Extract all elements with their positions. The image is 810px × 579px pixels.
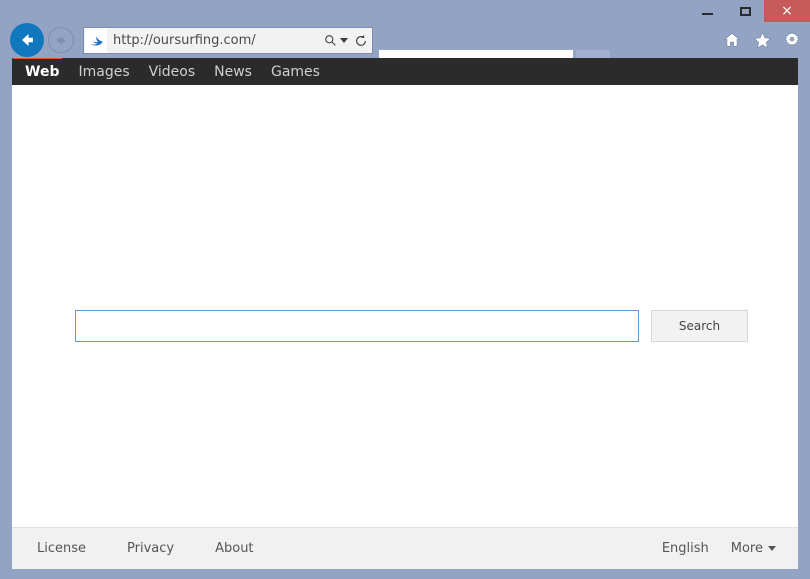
- site-navigation: Web Images Videos News Games: [12, 58, 798, 85]
- address-bar[interactable]: http://oursurfing.com/: [83, 27, 373, 54]
- footer-link-license[interactable]: License: [37, 541, 86, 556]
- browser-toolbar: http://oursurfing.com/: [0, 22, 810, 80]
- nav-item-videos[interactable]: Videos: [149, 64, 196, 80]
- address-text: http://oursurfing.com/: [113, 33, 256, 48]
- footer-link-about[interactable]: About: [215, 541, 253, 556]
- maximize-button[interactable]: [726, 0, 764, 22]
- search-input[interactable]: [75, 310, 639, 342]
- more-dropdown[interactable]: More: [731, 541, 776, 556]
- address-search-icon[interactable]: [322, 34, 338, 47]
- page-footer: License Privacy About English More: [12, 527, 798, 569]
- reload-icon[interactable]: [350, 34, 372, 48]
- toolbar-icons: [722, 30, 802, 50]
- chevron-down-icon: [768, 546, 776, 551]
- nav-item-news[interactable]: News: [214, 64, 252, 80]
- nav-item-games[interactable]: Games: [271, 64, 320, 80]
- search-button[interactable]: Search: [651, 310, 748, 342]
- surf-wave-icon: [89, 36, 102, 46]
- site-favicon-icon: [85, 28, 107, 53]
- back-button[interactable]: [10, 23, 44, 57]
- title-bar: ×: [0, 0, 810, 22]
- forward-arrow-icon: [56, 35, 65, 45]
- back-arrow-icon: [22, 34, 33, 46]
- maximize-icon: [739, 6, 751, 16]
- footer-options: English More: [662, 541, 798, 556]
- close-button[interactable]: ×: [764, 0, 810, 22]
- nav-item-images[interactable]: Images: [78, 64, 129, 80]
- minimize-icon: [701, 13, 713, 15]
- close-icon: ×: [781, 3, 793, 19]
- footer-link-privacy[interactable]: Privacy: [127, 541, 174, 556]
- footer-links: License Privacy About: [12, 541, 254, 556]
- address-dropdown-caret-icon[interactable]: [338, 38, 350, 43]
- browser-window: × http://oursurfing.com/ Web Images Vide…: [0, 0, 810, 579]
- page-content: Web Images Videos News Games Search Lice…: [12, 58, 798, 569]
- language-label[interactable]: English: [662, 541, 709, 556]
- nav-item-web[interactable]: Web: [25, 64, 59, 80]
- window-controls: ×: [688, 0, 810, 22]
- minimize-button[interactable]: [688, 0, 726, 22]
- search-row: Search: [75, 310, 748, 342]
- settings-icon[interactable]: [782, 30, 802, 50]
- favorites-icon[interactable]: [752, 30, 772, 50]
- more-label: More: [730, 541, 763, 556]
- forward-button[interactable]: [48, 27, 74, 53]
- home-icon[interactable]: [722, 30, 742, 50]
- active-tab-indicator: [13, 58, 62, 59]
